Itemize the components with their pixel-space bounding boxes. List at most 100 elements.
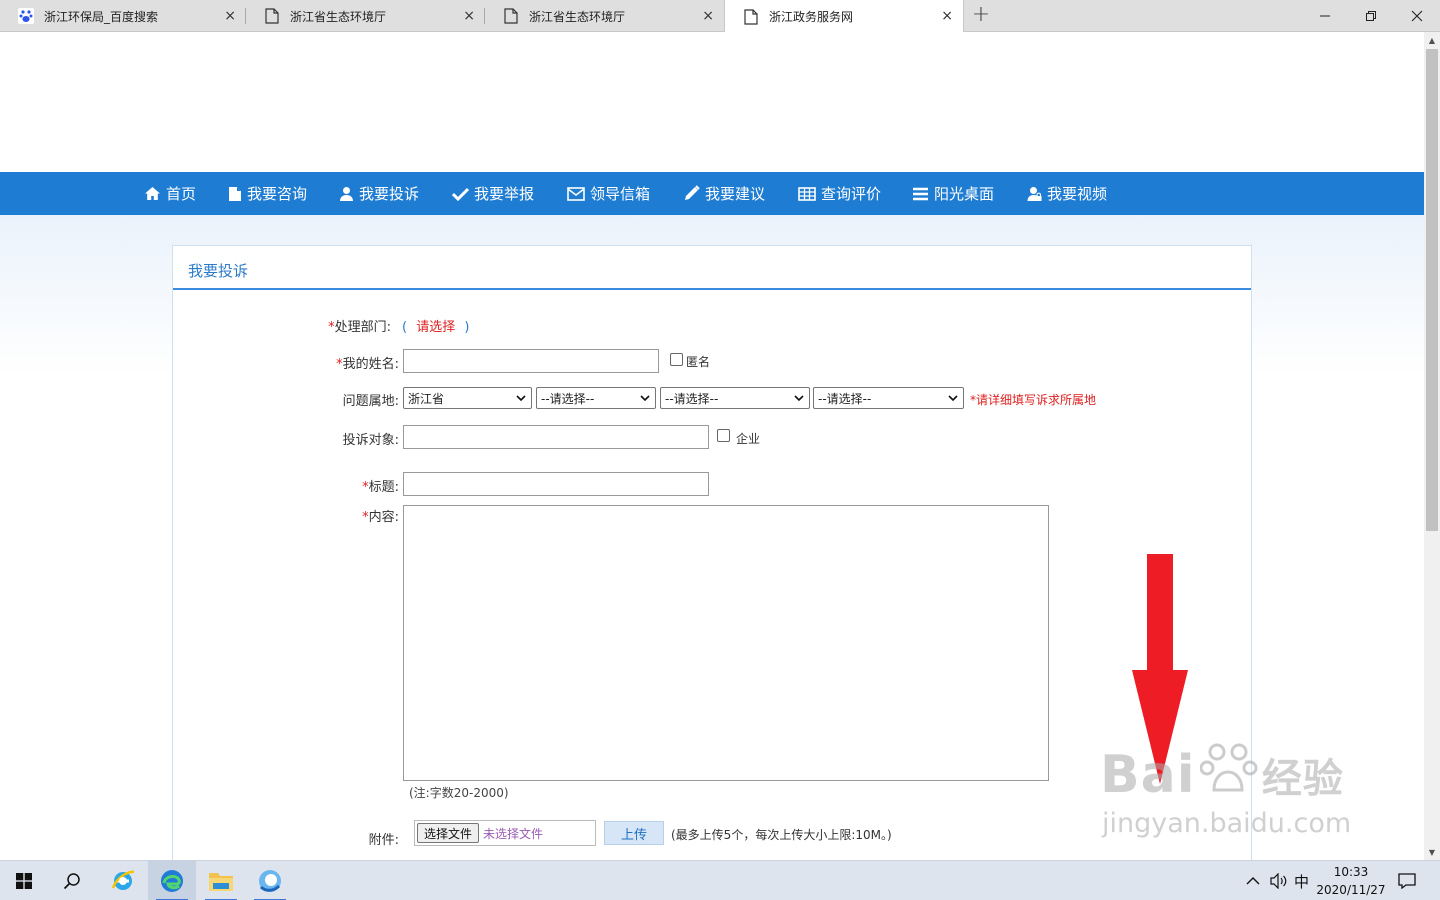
taskbar-edge[interactable] [148, 861, 196, 900]
notification-icon [1398, 873, 1416, 889]
anonymous-checkbox[interactable] [670, 353, 683, 366]
browser-tab-1-title: 浙江环保局_百度搜索 [44, 9, 159, 24]
nav-consult[interactable]: 我要咨询 [228, 172, 307, 215]
dept-selector[interactable]: ( 请选择 ) [402, 316, 469, 335]
name-input[interactable] [403, 349, 659, 373]
nav-video[interactable]: 我要视频 [1027, 172, 1107, 215]
page-icon [743, 8, 759, 25]
city-value: --请选择-- [541, 391, 595, 406]
table-icon [798, 186, 816, 201]
content-length-note: (注:字数20-2000) [409, 786, 509, 800]
check-icon [452, 187, 469, 201]
nav-home-label: 首页 [166, 185, 197, 203]
watermark-brand: Bai [1100, 745, 1196, 805]
clock-date: 2020/11/27 [1316, 883, 1386, 897]
target-label: 投诉对象: [342, 433, 399, 448]
subject-input[interactable] [403, 472, 709, 496]
browser-tab-3[interactable]: 浙江省生态环境厅 × [485, 0, 724, 32]
nav-suggest[interactable]: 我要建议 [683, 172, 765, 215]
nav-suggest-label: 我要建议 [705, 185, 766, 203]
dept-choose-link[interactable]: 请选择 [416, 320, 455, 335]
user-icon [340, 186, 353, 201]
nav-report-label: 我要举报 [474, 185, 535, 203]
vertical-scrollbar[interactable]: ▲ ▼ [1424, 32, 1440, 860]
scroll-thumb[interactable] [1426, 49, 1438, 531]
file-explorer-icon [209, 873, 233, 891]
attachment-label: 附件: [368, 833, 399, 848]
volume-button[interactable] [1270, 861, 1288, 900]
province-select[interactable]: 浙江省 [403, 387, 532, 409]
taskbar-ie[interactable] [99, 861, 147, 900]
city-select[interactable]: --请选择-- [536, 387, 656, 409]
notification-center-button[interactable] [1398, 861, 1416, 900]
start-button[interactable] [0, 861, 48, 900]
restore-button[interactable] [1348, 0, 1394, 32]
upload-button[interactable]: 上传 [604, 821, 664, 845]
scroll-down-icon[interactable]: ▼ [1424, 844, 1440, 860]
edge-beta-icon [259, 870, 281, 892]
file-picker[interactable]: 选择文件 未选择文件 [414, 820, 596, 846]
windows-taskbar: 中 10:33 2020/11/27 [0, 860, 1440, 900]
complaint-form-panel: 我要投诉 *处理部门: ( 请选择 ) *我的姓名: 匿名 问题属地: 浙江省 … [172, 245, 1252, 860]
nav-sunshine-desk-label: 阳光桌面 [934, 185, 995, 203]
new-tab-button[interactable]: + [968, 3, 994, 29]
town-value: --请选择-- [818, 391, 872, 406]
no-file-text: 未选择文件 [483, 826, 544, 841]
pencil-icon [685, 185, 700, 200]
watermark-brand-suffix: 经验 [1261, 756, 1344, 802]
nav-sunshine-desk[interactable]: 阳光桌面 [912, 172, 994, 215]
main-nav-bar: 首页 我要咨询 我要投诉 我要举报 领导信箱 我要建议 查询评价 阳光桌面 我要… [0, 172, 1424, 215]
county-value: --请选择-- [665, 391, 719, 406]
page-icon [264, 8, 280, 24]
nav-report[interactable]: 我要举报 [452, 172, 534, 215]
watermark-url: jingyan.baidu.com [1102, 808, 1352, 839]
town-select[interactable]: --请选择-- [813, 387, 964, 409]
baidu-paw-icon [1199, 743, 1258, 792]
restore-icon [1366, 11, 1376, 21]
nav-query-evaluate-label: 查询评价 [821, 185, 882, 203]
close-window-button[interactable] [1394, 0, 1440, 32]
browser-tab-2[interactable]: 浙江省生态环境厅 × [246, 0, 485, 32]
taskbar-search-button[interactable] [48, 861, 96, 900]
nav-leader-mailbox[interactable]: 领导信箱 [567, 172, 650, 215]
nav-complain[interactable]: 我要投诉 [339, 172, 419, 215]
browser-tab-3-title: 浙江省生态环境厅 [529, 9, 626, 24]
browser-tab-strip: 浙江环保局_百度搜索 × 浙江省生态环境厅 × 浙江省生态环境厅 × 浙江政务服… [0, 0, 1440, 33]
browser-tab-4-title: 浙江政务服务网 [769, 10, 854, 24]
system-clock[interactable]: 10:33 2020/11/27 [1308, 863, 1394, 899]
ime-indicator[interactable]: 中 [1294, 861, 1309, 900]
choose-file-button[interactable]: 选择文件 [417, 823, 480, 843]
taskbar-edge-beta[interactable] [246, 861, 294, 900]
chevron-down-icon [640, 395, 650, 402]
nav-query-evaluate[interactable]: 查询评价 [798, 172, 881, 215]
baidu-paw-icon [18, 8, 34, 24]
tray-overflow-button[interactable] [1246, 861, 1260, 900]
scroll-up-icon[interactable]: ▲ [1424, 32, 1440, 48]
web-page: 首页 我要咨询 我要投诉 我要举报 领导信箱 我要建议 查询评价 阳光桌面 我要… [0, 32, 1424, 860]
close-tab-icon[interactable]: × [941, 8, 953, 24]
browser-tab-4-active[interactable]: 浙江政务服务网 × [724, 0, 964, 33]
close-tab-icon[interactable]: × [702, 8, 714, 24]
nav-home[interactable]: 首页 [144, 172, 196, 215]
taskbar-file-explorer[interactable] [197, 861, 245, 900]
close-tab-icon[interactable]: × [463, 8, 475, 24]
chevron-down-icon [516, 395, 526, 402]
close-icon [1411, 10, 1423, 22]
complaint-target-input[interactable] [403, 425, 709, 449]
page-header-blank [0, 32, 1424, 172]
name-label: 我的姓名: [342, 357, 399, 372]
close-tab-icon[interactable]: × [224, 8, 236, 24]
subject-label-row: *标题: [283, 476, 399, 495]
chevron-down-icon [948, 395, 958, 402]
browser-tab-1[interactable]: 浙江环保局_百度搜索 × [0, 0, 246, 32]
content-label: 内容: [368, 510, 399, 525]
enterprise-checkbox[interactable] [717, 429, 730, 442]
edge-icon [161, 870, 183, 892]
content-textarea[interactable] [403, 505, 1049, 781]
title-divider [173, 288, 1251, 290]
minimize-button[interactable] [1302, 0, 1348, 32]
enterprise-label: 企业 [736, 432, 761, 446]
baidu-jingyan-watermark: Bai 经验 jingyan.baidu.com [1100, 740, 1351, 839]
county-select[interactable]: --请选择-- [660, 387, 810, 409]
page-icon [503, 8, 519, 24]
